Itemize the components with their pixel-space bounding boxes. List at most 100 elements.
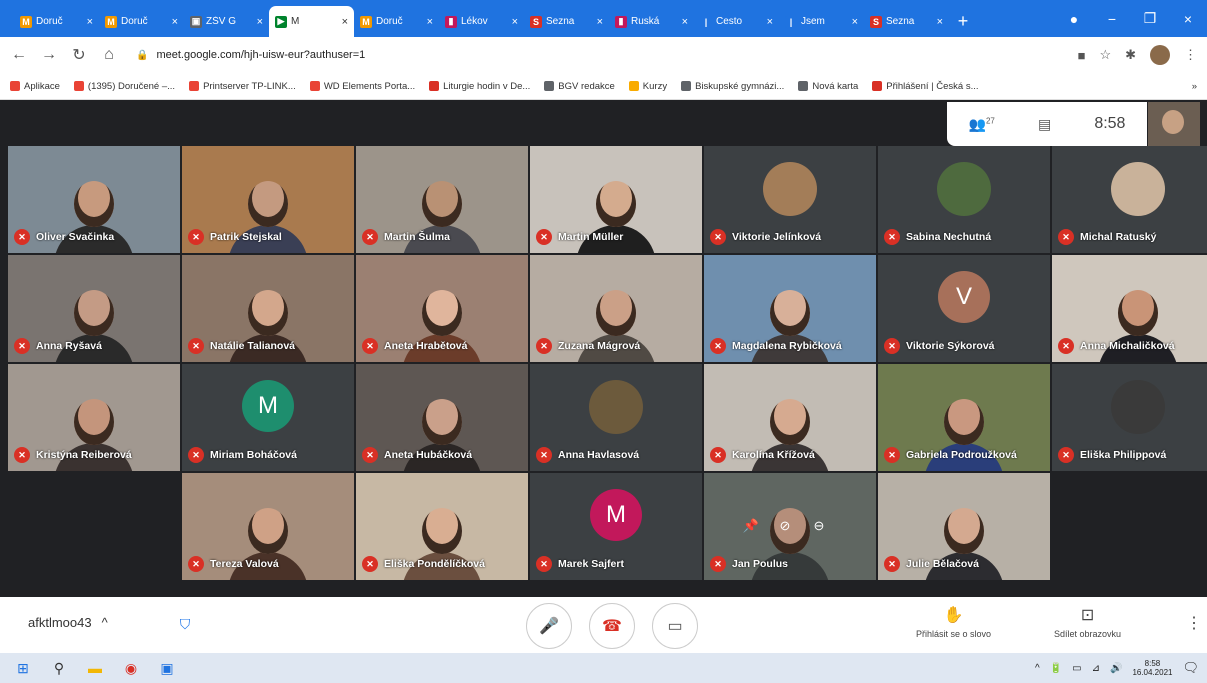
bookmark-item[interactable]: Aplikace: [10, 81, 60, 92]
tray-expand-icon[interactable]: ^: [1035, 663, 1040, 674]
close-window-icon[interactable]: ×: [1169, 0, 1207, 37]
participant-tile[interactable]: ✕ Martin Müller: [530, 146, 702, 253]
participant-tile[interactable]: ✕ Michal Ratuský: [1052, 146, 1207, 253]
bookmark-item[interactable]: Biskupské gymnázi...: [681, 81, 784, 92]
network-icon[interactable]: ▭: [1072, 663, 1081, 674]
browser-tab[interactable]: ▶ M ×: [269, 6, 354, 37]
back-arrow-icon[interactable]: ←: [10, 46, 28, 64]
participant-tile[interactable]: ✕ Martin Šulma: [356, 146, 528, 253]
extensions-icon[interactable]: ✱: [1125, 47, 1136, 63]
participant-tile[interactable]: ✕ Julie Bělačová: [878, 473, 1050, 580]
tab-close-icon[interactable]: ×: [512, 16, 518, 28]
more-options-icon[interactable]: ⋮: [1186, 613, 1202, 633]
bookmark-item[interactable]: Printserver TP-LINK...: [189, 81, 296, 92]
meeting-details-button[interactable]: afktlmoo43 ^: [28, 615, 108, 630]
tab-close-icon[interactable]: ×: [767, 16, 773, 28]
participant-tile[interactable]: ✕ Zuzana Mágrová: [530, 255, 702, 362]
camera-button[interactable]: ▭: [652, 603, 698, 649]
remove-participant-icon[interactable]: ⊖: [810, 517, 828, 535]
new-tab-button[interactable]: +: [949, 6, 977, 37]
star-icon[interactable]: ☆: [1099, 47, 1111, 63]
participant-tile[interactable]: ✕ Tereza Valová: [182, 473, 354, 580]
bookmark-item[interactable]: Přihlášení | Česká s...: [872, 81, 979, 92]
participant-tile[interactable]: ✕ Anna Havlasová: [530, 364, 702, 471]
participant-tile[interactable]: ✕ Magdalena Rybičková: [704, 255, 876, 362]
chrome-icon[interactable]: ◉: [116, 653, 146, 683]
participant-tile[interactable]: ✕ Oliver Svačinka: [8, 146, 180, 253]
minimize-icon[interactable]: −: [1093, 0, 1131, 37]
tab-close-icon[interactable]: ×: [682, 16, 688, 28]
profile-indicator-icon[interactable]: ●: [1055, 0, 1093, 37]
taskbar-clock[interactable]: 8:58 16.04.2021: [1132, 659, 1172, 677]
bookmarks-more-icon[interactable]: »: [1192, 81, 1197, 92]
address-bar[interactable]: 🔒 meet.google.com/hjh-uisw-eur?authuser=…: [130, 42, 1066, 68]
participant-tile[interactable]: ✕ Anna Ryšavá: [8, 255, 180, 362]
browser-tab[interactable]: ▮ Lékov ×: [439, 6, 524, 37]
present-screen-button[interactable]: ⊡ Sdílet obrazovku: [1054, 605, 1121, 639]
pin-icon[interactable]: 📌: [742, 517, 760, 535]
microphone-button[interactable]: 🎤: [526, 603, 572, 649]
browser-tab[interactable]: S Sezna ×: [524, 6, 609, 37]
bookmark-item[interactable]: BGV redakce: [544, 81, 615, 92]
participant-tile[interactable]: ✕ Patrik Stejskal: [182, 146, 354, 253]
participant-tile[interactable]: ✕ Aneta Hubáčková: [356, 364, 528, 471]
start-icon[interactable]: ⊞: [8, 653, 38, 683]
tab-close-icon[interactable]: ×: [937, 16, 943, 28]
battery-icon[interactable]: 🔋: [1050, 663, 1062, 674]
participant-tile[interactable]: ✕ Karolína Křížová: [704, 364, 876, 471]
bookmark-item[interactable]: Nová karta: [798, 81, 858, 92]
browser-tab[interactable]: M Doruč ×: [354, 6, 439, 37]
hang-up-button[interactable]: ☎: [589, 603, 635, 649]
browser-tab[interactable]: | Cesto ×: [694, 6, 779, 37]
camera-indicator-icon[interactable]: ■: [1078, 48, 1086, 63]
participant-tile[interactable]: 📌 ⊘ ⊖ ✕ Jan Poulus: [704, 473, 876, 580]
browser-tab[interactable]: M Doruč ×: [99, 6, 184, 37]
participant-tile[interactable]: ✕ Natálie Talianová: [182, 255, 354, 362]
tab-close-icon[interactable]: ×: [257, 16, 263, 28]
participant-tile[interactable]: ✕ Eliška Pondělíčková: [356, 473, 528, 580]
shield-icon[interactable]: ⛉: [172, 611, 198, 637]
volume-icon[interactable]: 🔊: [1110, 663, 1122, 674]
participant-tile[interactable]: M ✕ Miriam Boháčová: [182, 364, 354, 471]
store-icon[interactable]: ▣: [152, 653, 182, 683]
tab-close-icon[interactable]: ×: [852, 16, 858, 28]
restore-icon[interactable]: ❐: [1131, 0, 1169, 37]
browser-tab[interactable]: S Sezna ×: [864, 6, 949, 37]
participant-tile[interactable]: ✕ Viktorie Jelínková: [704, 146, 876, 253]
notification-icon[interactable]: 🗨: [1182, 660, 1199, 676]
participant-tile[interactable]: ✕ Sabina Nechutná: [878, 146, 1050, 253]
tab-close-icon[interactable]: ×: [597, 16, 603, 28]
bookmark-item[interactable]: Liturgie hodin v De...: [429, 81, 530, 92]
search-icon[interactable]: ⚲: [44, 653, 74, 683]
reload-icon[interactable]: ↻: [70, 45, 88, 65]
bookmark-item[interactable]: WD Elements Porta...: [309, 81, 415, 92]
file-explorer-icon[interactable]: ▬: [80, 653, 110, 683]
forward-arrow-icon[interactable]: →: [40, 46, 58, 64]
browser-tab[interactable]: ▮ Ruská ×: [609, 6, 694, 37]
menu-icon[interactable]: ⋮: [1184, 47, 1197, 63]
home-icon[interactable]: ⌂: [100, 46, 118, 64]
participants-button[interactable]: 👥27: [969, 116, 995, 133]
mute-participant-icon[interactable]: ⊘: [776, 517, 794, 535]
participant-tile[interactable]: ✕ Aneta Hrabětová: [356, 255, 528, 362]
chat-icon[interactable]: ▤: [1038, 116, 1051, 133]
browser-tab[interactable]: ▣ ZŠV G ×: [184, 6, 269, 37]
participant-tile[interactable]: ✕ Gabriela Podroužková: [878, 364, 1050, 471]
wifi-icon[interactable]: ⊿: [1092, 663, 1100, 674]
browser-tab[interactable]: M Doruč ×: [14, 6, 99, 37]
participant-tile[interactable]: M ✕ Marek Sajfert: [530, 473, 702, 580]
participant-tile[interactable]: V ✕ Viktorie Sýkorová: [878, 255, 1050, 362]
self-view[interactable]: [1148, 102, 1200, 146]
bookmark-item[interactable]: Kurzy: [628, 81, 667, 92]
bookmark-item[interactable]: (1395) Doručené –...: [73, 81, 175, 92]
browser-tab[interactable]: | Jsem ×: [779, 6, 864, 37]
tab-close-icon[interactable]: ×: [427, 16, 433, 28]
profile-avatar[interactable]: [1150, 45, 1170, 65]
participant-tile[interactable]: ✕ Eliška Philippová: [1052, 364, 1207, 471]
tab-close-icon[interactable]: ×: [172, 16, 178, 28]
participant-tile[interactable]: ✕ Kristýna Reiberová: [8, 364, 180, 471]
tab-close-icon[interactable]: ×: [342, 16, 348, 28]
raise-hand-button[interactable]: ✋ Přihlásit se o slovo: [916, 605, 991, 639]
tab-close-icon[interactable]: ×: [87, 16, 93, 28]
participant-tile[interactable]: ✕ Anna Michaličková: [1052, 255, 1207, 362]
